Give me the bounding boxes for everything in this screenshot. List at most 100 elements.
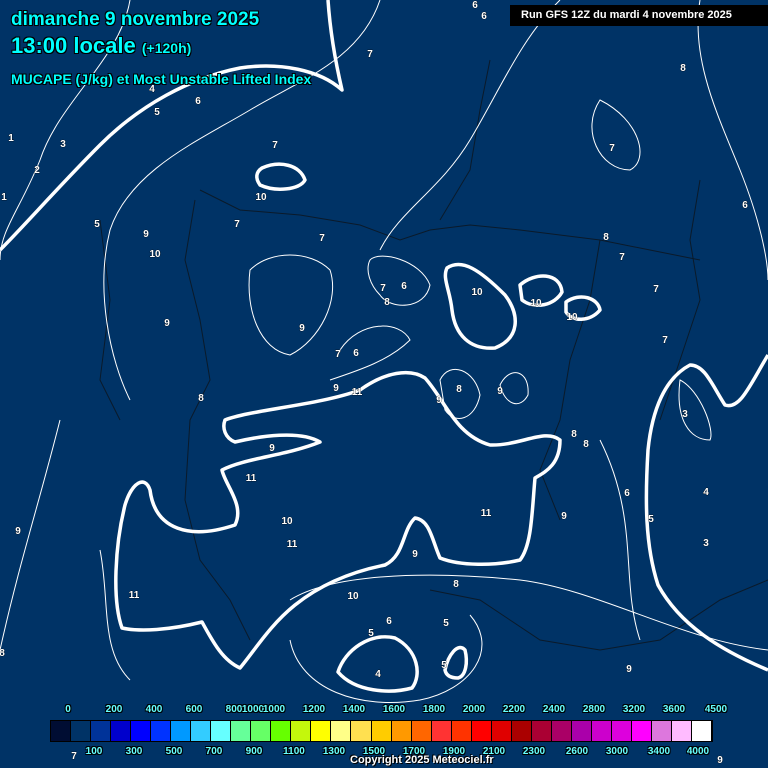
contour-label: 7: [335, 349, 341, 360]
legend-label: 700: [205, 746, 223, 757]
contour-label: 8: [680, 63, 686, 74]
contour-label: 3: [60, 139, 66, 150]
contour-label: 2: [34, 165, 40, 176]
legend-swatch: [491, 721, 512, 741]
legend-label: 3000: [605, 746, 629, 757]
contour-label: 11: [246, 473, 257, 484]
legend-label: 3200: [622, 704, 646, 715]
legend-label: 200: [105, 704, 123, 715]
contour-label: 3: [682, 409, 688, 420]
legend-swatch: [591, 721, 612, 741]
legend-label: 1000: [241, 704, 265, 715]
legend-label: 0: [65, 704, 71, 715]
contour-label: 10: [471, 287, 483, 298]
contour-label: 8: [0, 648, 5, 659]
contour-label: 9: [436, 395, 442, 406]
contour-label: 7: [380, 283, 386, 294]
contour-label: 10: [281, 516, 293, 527]
legend-swatch: [471, 721, 492, 741]
contour-label: 5: [94, 219, 100, 230]
contour-label: 11: [129, 590, 140, 601]
legend-label: 1300: [322, 746, 346, 757]
contour-label: 5: [441, 660, 447, 671]
parameter-title: MUCAPE (J/kg) et Most Unstable Lifted In…: [11, 71, 312, 87]
legend-swatch: [171, 721, 192, 741]
contour-label: 5: [648, 514, 654, 525]
contour-label: 11: [481, 508, 492, 519]
legend-label: 1000: [262, 704, 286, 715]
contour-label: 10: [347, 591, 359, 602]
legend-label: 600: [185, 704, 203, 715]
legend-label: 1800: [422, 704, 446, 715]
contour-label: 3: [703, 538, 709, 549]
contour-label: 6: [401, 281, 407, 292]
legend-label: 2300: [522, 746, 546, 757]
legend-swatch: [151, 721, 172, 741]
legend-label: 4000: [686, 746, 710, 757]
legend-label: 2800: [582, 704, 606, 715]
contour-label: 6: [481, 11, 487, 22]
color-scale-legend: [50, 720, 713, 742]
legend-label: 800: [225, 704, 243, 715]
contour-label: 7: [653, 284, 659, 295]
contour-label: 10: [566, 312, 578, 323]
legend-label: 2600: [565, 746, 589, 757]
contour-label: 9: [333, 383, 339, 394]
contour-label: 10: [149, 249, 161, 260]
legend-swatch: [431, 721, 452, 741]
copyright: Copyright 2025 Meteociel.fr: [350, 754, 494, 766]
weather-map-view: 6 6 7 8 6 5 4 3 1 2 1 5 7 7 10 7 7 9 10 6 8 7 7 6 7 8 10 10 10 9 9 7 6 7 9…: [0, 0, 768, 768]
legend-label: 2000: [462, 704, 486, 715]
contour-label: 8: [384, 297, 390, 308]
contour-label: 7: [319, 233, 325, 244]
legend-label: 4500: [704, 704, 728, 715]
legend-swatch: [51, 721, 72, 741]
contour-label: 10: [530, 298, 542, 309]
local-time: 13:00 locale: [11, 33, 136, 58]
contour-label: 9: [269, 443, 275, 454]
legend-label: 3400: [647, 746, 671, 757]
contour-label: 6: [742, 200, 748, 211]
legend-swatch: [291, 721, 312, 741]
contour-label: 6: [472, 0, 478, 11]
legend-swatch: [551, 721, 572, 741]
forecast-date: dimanche 9 novembre 2025: [11, 9, 260, 30]
legend-label: 500: [165, 746, 183, 757]
legend-swatch: [531, 721, 552, 741]
contour-label: 5: [154, 107, 160, 118]
legend-swatch: [111, 721, 132, 741]
legend-swatch: [692, 721, 713, 741]
contour-label: 7: [367, 49, 373, 60]
legend-swatch: [131, 721, 152, 741]
contour-label: 8: [198, 393, 204, 404]
contour-label: 8: [603, 232, 609, 243]
contour-label: 11: [352, 387, 363, 398]
legend-label: 300: [125, 746, 143, 757]
contour-label: 5: [443, 618, 449, 629]
legend-swatch: [571, 721, 592, 741]
legend-swatch: [371, 721, 392, 741]
contour-label: 7: [234, 219, 240, 230]
contour-label: 11: [287, 539, 298, 550]
legend-swatch: [191, 721, 212, 741]
legend-label: 100: [85, 746, 103, 757]
contour-label: 8: [453, 579, 459, 590]
legend-label: 900: [245, 746, 263, 757]
contour-label: 9: [626, 664, 632, 675]
legend-swatch: [411, 721, 432, 741]
contour-label: 1: [1, 192, 7, 203]
contour-label: 1: [8, 133, 14, 144]
contour-label: 6: [624, 488, 630, 499]
country-borders: [99, 59, 768, 651]
legend-swatch: [271, 721, 292, 741]
contour-label: 10: [255, 192, 267, 203]
contour-label: 4: [703, 487, 709, 498]
legend-label: 400: [145, 704, 163, 715]
contour-label: 5: [368, 628, 374, 639]
contour-label: 7: [272, 140, 278, 151]
contour-label: 9: [497, 386, 503, 397]
contour-label: 8: [571, 429, 577, 440]
contour-label: 6: [386, 616, 392, 627]
contour-label: 9: [143, 229, 149, 240]
contour-label: 7: [619, 252, 625, 263]
